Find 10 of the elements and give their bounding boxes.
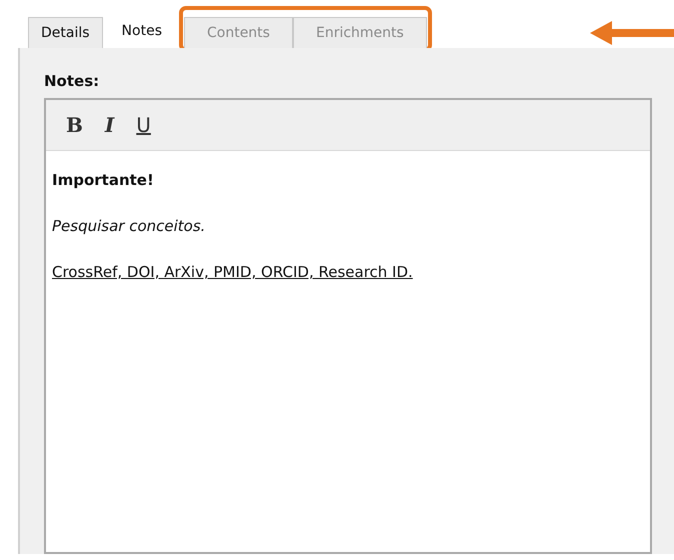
note-text: CrossRef, DOI, ArXiv, PMID, ORCID, Research ID. <box>52 263 413 281</box>
format-button[interactable]: U <box>132 113 155 137</box>
note-text: Pesquisar conceitos. <box>52 217 206 235</box>
notes-editor[interactable]: B I U Importante! Pesquisar conceitos. CrossRef, DOI, ArXiv, PMID, ORCID, Research ID. <box>44 98 652 554</box>
notes-label: Notes: <box>44 72 100 90</box>
note-text: Importante! <box>52 171 154 189</box>
format-button[interactable]: B <box>62 113 87 137</box>
arrow-icon <box>590 20 674 46</box>
tab[interactable]: Details <box>28 17 103 48</box>
format-button[interactable]: I <box>100 113 118 137</box>
